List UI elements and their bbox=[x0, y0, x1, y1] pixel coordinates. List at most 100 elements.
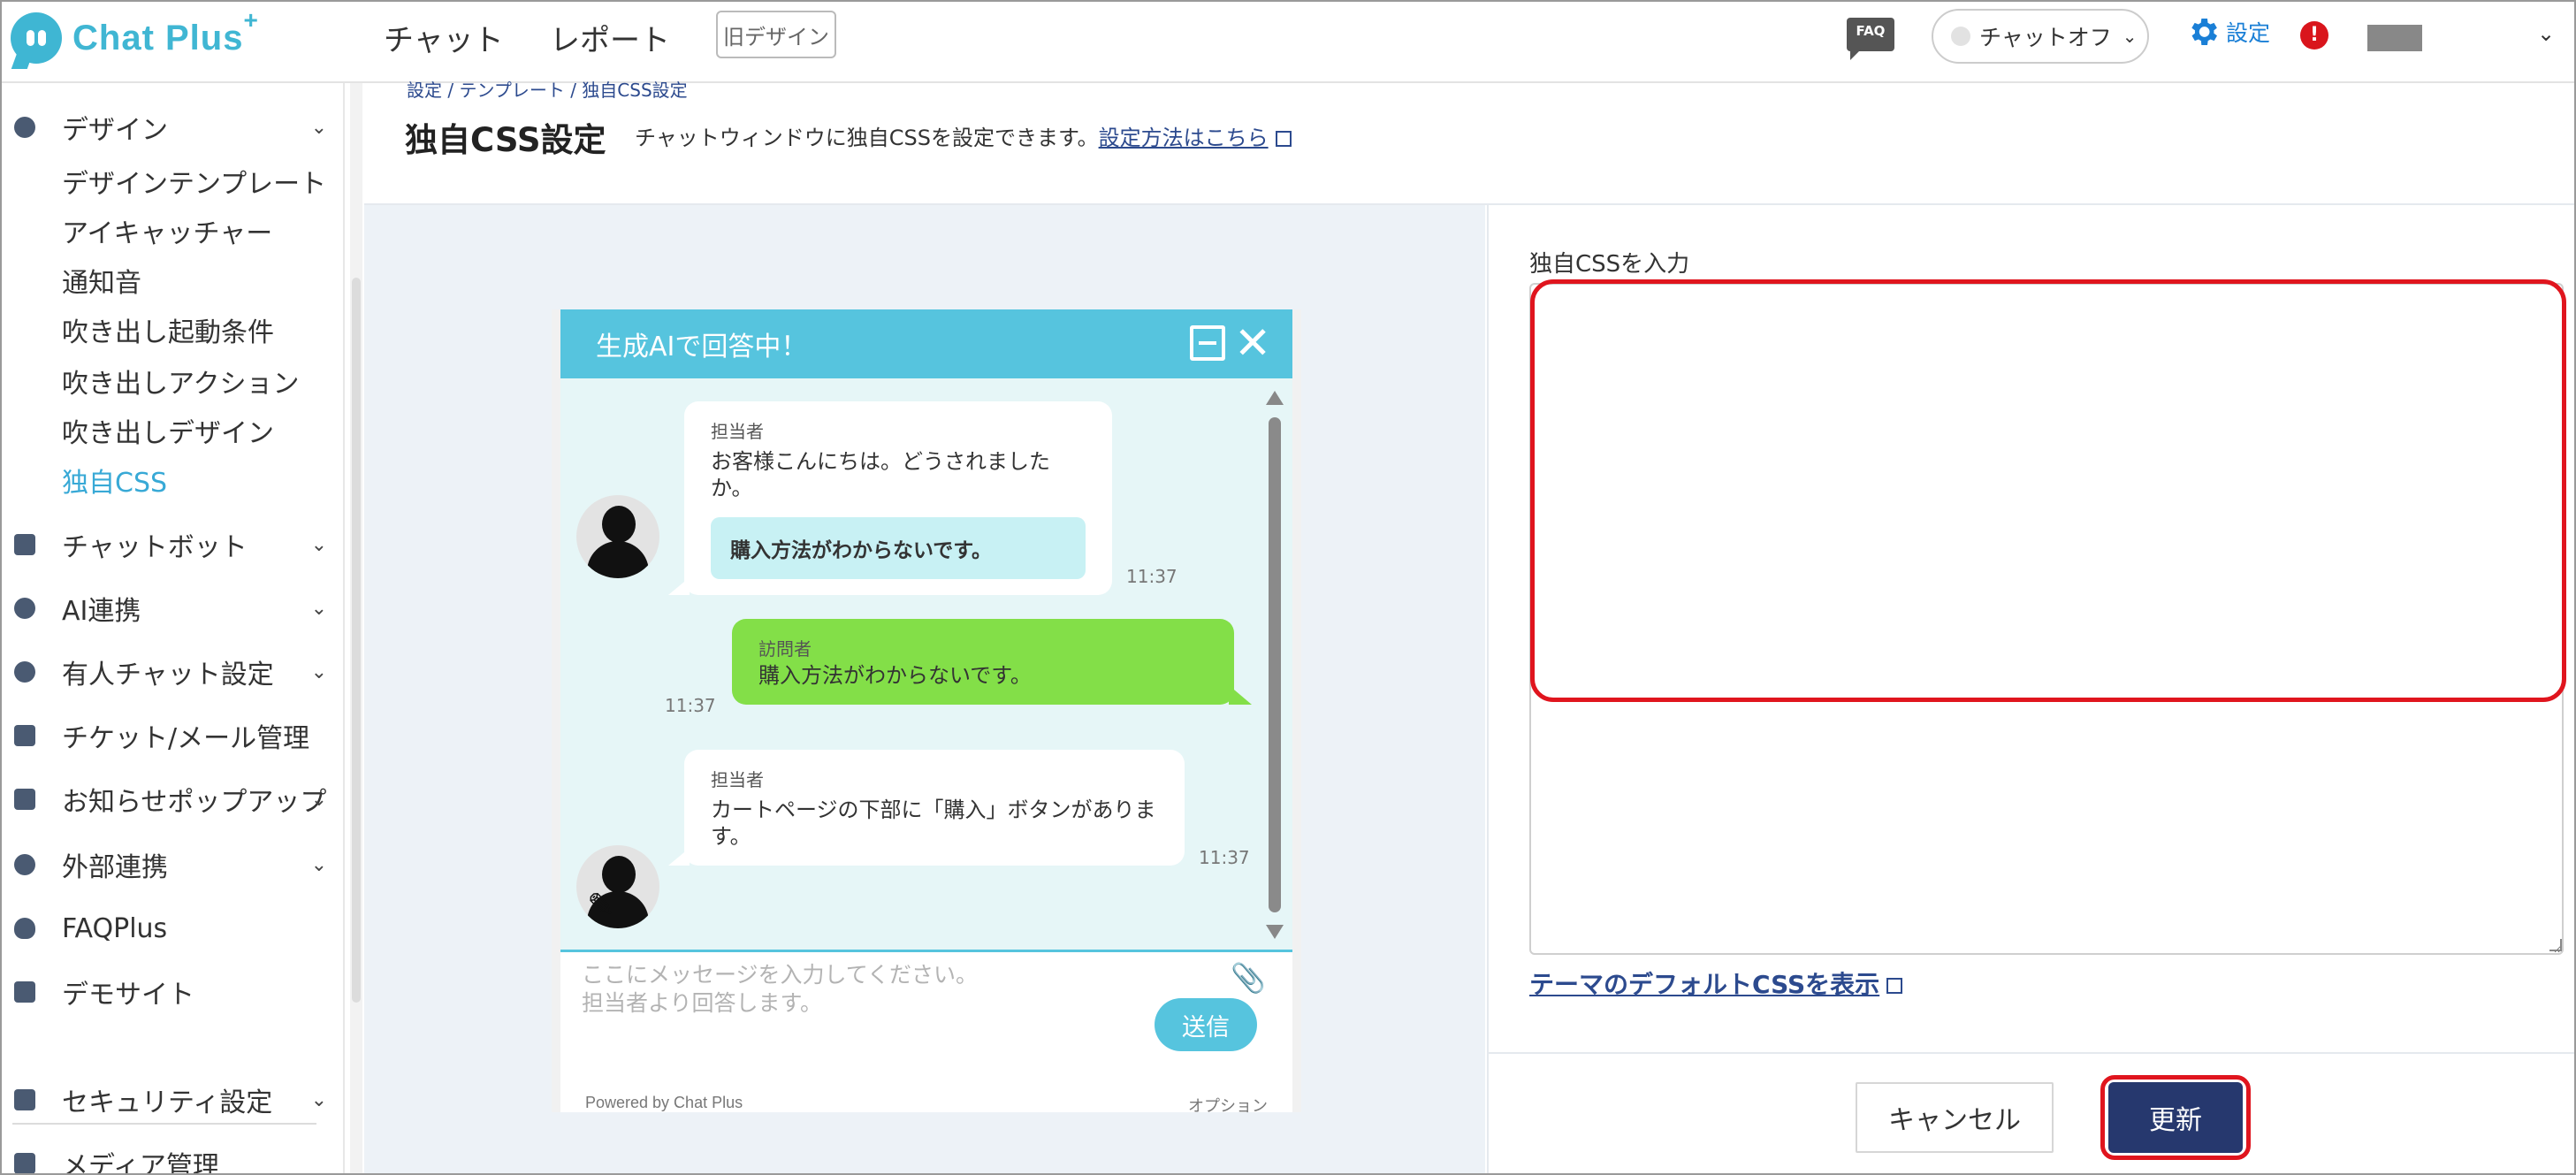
shield-icon bbox=[14, 918, 35, 939]
quick-reply-button[interactable]: 購入方法がわからないです。 bbox=[711, 517, 1086, 579]
share-icon bbox=[14, 854, 35, 875]
gear-icon bbox=[2191, 19, 2217, 45]
palette-icon bbox=[14, 117, 35, 138]
chevron-down-icon: ⌄ bbox=[310, 660, 327, 683]
status-dot-icon bbox=[1951, 27, 1970, 46]
operator-message: 担当者 お客様こんにちは。どうされましたか。 購入方法がわからないです。 bbox=[668, 401, 1112, 595]
chevron-down-icon: ⌄ bbox=[310, 1088, 327, 1111]
option-link[interactable]: オプション bbox=[1188, 1094, 1268, 1117]
widget-message-area: 担当者 お客様こんにちは。どうされましたか。 購入方法がわからないです。 11:… bbox=[560, 378, 1292, 950]
cancel-button[interactable]: キャンセル bbox=[1856, 1082, 2054, 1153]
nav-chat[interactable]: チャット bbox=[384, 16, 504, 59]
lightbulb-icon bbox=[14, 598, 35, 619]
sidebar-item-design[interactable]: デザイン ⌄ bbox=[2, 103, 329, 152]
logo[interactable]: Chat Plus+ bbox=[11, 6, 259, 67]
chat-status-label: チャットオフ bbox=[1979, 25, 2112, 50]
scrollbar-thumb[interactable] bbox=[352, 278, 361, 1003]
operator-message: 担当者 カートページの下部に「購入」ボタンがあります。 bbox=[668, 750, 1185, 866]
page-title: 独自CSS設定 bbox=[405, 121, 606, 159]
sidebar-item-security[interactable]: セキュリティ設定 ⌄ bbox=[2, 1075, 329, 1125]
sidebar-item-faqplus[interactable]: FAQPlus bbox=[2, 904, 329, 953]
list-icon bbox=[14, 725, 35, 746]
sidebar: デザイン ⌄ デザインテンプレート アイキャッチャー 通知音 吹き出し起動条件 … bbox=[2, 83, 345, 1175]
breadcrumb[interactable]: 設定 / テンプレート / 独自CSS設定 bbox=[407, 76, 688, 102]
send-button[interactable]: 送信 bbox=[1155, 998, 1257, 1051]
sidebar-subitem-balloon-action[interactable]: 吹き出しアクション bbox=[62, 359, 300, 403]
sidebar-subitem-balloon-trigger[interactable]: 吹き出し起動条件 bbox=[62, 308, 274, 352]
widget-input-area[interactable]: ここにメッセージを入力してください。 担当者より回答します。 📎 送信 Powe… bbox=[560, 950, 1292, 1116]
sidebar-item-integration[interactable]: 外部連携 ⌄ bbox=[2, 840, 329, 889]
sidebar-subitem-balloon-design[interactable]: 吹き出しデザイン bbox=[62, 408, 274, 453]
chevron-down-icon: ⌄ bbox=[310, 533, 327, 556]
sidebar-item-ticket[interactable]: チケット/メール管理 bbox=[2, 711, 329, 760]
sidebar-item-chatbot[interactable]: チャットボット ⌄ bbox=[2, 520, 329, 569]
alert-icon[interactable]: ! bbox=[2300, 21, 2328, 50]
old-design-button[interactable]: 旧デザイン bbox=[716, 11, 836, 58]
chevron-down-icon: ⌄ bbox=[310, 853, 327, 876]
chevron-down-icon: ⌄ bbox=[310, 597, 327, 620]
app-frame: Chat Plus+ チャット レポート 旧デザイン FAQ チャットオフ ⌄ … bbox=[0, 0, 2576, 1175]
sidebar-item-label: メディア管理 bbox=[62, 1151, 219, 1175]
message-sender: 担当者 bbox=[711, 421, 764, 442]
default-css-link[interactable]: テーマのデフォルトCSSを表示 bbox=[1529, 965, 1903, 1001]
css-input[interactable] bbox=[1529, 283, 2564, 955]
window-icon bbox=[14, 789, 35, 810]
chat-status-dropdown[interactable]: チャットオフ ⌄ bbox=[1932, 9, 2149, 64]
attachment-icon[interactable]: 📎 bbox=[1231, 961, 1266, 995]
message-text: お客様こんにちは。どうされましたか。 bbox=[711, 449, 1050, 500]
sidebar-item-label: デモサイト bbox=[62, 980, 194, 1011]
update-button[interactable]: 更新 bbox=[2108, 1082, 2243, 1153]
sidebar-subitem-design-template[interactable]: デザインテンプレート bbox=[62, 159, 326, 203]
top-bar: Chat Plus+ チャット レポート 旧デザイン FAQ チャットオフ ⌄ … bbox=[2, 2, 2574, 83]
settings-link[interactable]: 設定 bbox=[2185, 14, 2270, 50]
settings-label: 設定 bbox=[2226, 20, 2271, 46]
message-input-placeholder[interactable]: ここにメッセージを入力してください。 担当者より回答します。 bbox=[582, 961, 978, 1018]
sidebar-item-label: セキュリティ設定 bbox=[62, 1087, 273, 1118]
sidebar-item-label: デザイン bbox=[62, 115, 168, 146]
operator-avatar bbox=[576, 495, 659, 578]
widget-header: 生成AIで回答中！ ✕ bbox=[560, 309, 1292, 378]
resize-handle-icon[interactable] bbox=[2549, 939, 2562, 951]
sidebar-item-media[interactable]: メディア管理 bbox=[2, 1139, 329, 1175]
external-link-icon bbox=[1886, 978, 1903, 994]
message-sender: 訪問者 bbox=[758, 638, 812, 660]
footer-divider bbox=[1489, 1052, 2574, 1054]
message-text: 購入方法がわからないです。 bbox=[758, 663, 1032, 688]
sidebar-subitem-notification-sound[interactable]: 通知音 bbox=[62, 258, 141, 302]
message-time: 11:37 bbox=[1199, 847, 1250, 868]
sidebar-subitem-eyecatcher[interactable]: アイキャッチャー bbox=[62, 209, 272, 253]
external-link-icon bbox=[1275, 131, 1292, 147]
chat-icon bbox=[14, 534, 35, 555]
message-text: カートページの下部に「購入」ボタンがあります。 bbox=[711, 797, 1156, 849]
user-avatar[interactable] bbox=[2367, 25, 2422, 51]
faq-icon[interactable]: FAQ bbox=[1847, 18, 1894, 60]
message-time: 11:37 bbox=[665, 695, 716, 716]
sidebar-item-demo[interactable]: デモサイト bbox=[2, 967, 329, 1017]
widget-scrollbar[interactable] bbox=[1266, 391, 1284, 939]
sidebar-item-ai[interactable]: AI連携 ⌄ bbox=[2, 584, 329, 633]
chevron-down-icon: ⌄ bbox=[310, 788, 327, 811]
sidebar-item-popup[interactable]: お知らせポップアップ ⌄ bbox=[2, 774, 329, 824]
sidebar-item-label: AI連携 bbox=[62, 596, 141, 627]
sidebar-scrollbar[interactable] bbox=[350, 83, 362, 1173]
sidebar-subitem-custom-css[interactable]: 独自CSS bbox=[62, 458, 167, 502]
powered-by[interactable]: Powered by Chat Plus bbox=[585, 1094, 743, 1112]
how-to-link[interactable]: 設定方法はこちら bbox=[1099, 126, 1269, 150]
visitor-message: 訪問者 購入方法がわからないです。 bbox=[732, 619, 1252, 705]
nav-report[interactable]: レポート bbox=[550, 16, 670, 59]
chat-widget-preview: 生成AIで回答中！ ✕ 担当者 お客様こんにちは。どうされましたか。 購入方法が… bbox=[552, 309, 1301, 1116]
sidebar-item-label: お知らせポップアップ bbox=[62, 787, 327, 818]
sidebar-item-manned-chat[interactable]: 有人チャット設定 ⌄ bbox=[2, 647, 329, 697]
close-icon[interactable]: ✕ bbox=[1234, 318, 1271, 368]
minimize-icon[interactable] bbox=[1190, 325, 1225, 361]
description-text: チャットウィンドウに独自CSSを設定できます。 bbox=[635, 126, 1099, 150]
scrollbar-thumb[interactable] bbox=[1269, 417, 1281, 912]
chevron-down-icon: ⌄ bbox=[2122, 26, 2138, 47]
image-icon bbox=[14, 1153, 35, 1173]
message-time: 11:37 bbox=[1126, 566, 1177, 587]
scroll-up-icon[interactable] bbox=[1266, 391, 1284, 405]
scroll-down-icon[interactable] bbox=[1266, 925, 1284, 939]
user-menu-chevron-icon[interactable]: ⌄ bbox=[2537, 21, 2555, 46]
default-css-link-text[interactable]: テーマのデフォルトCSSを表示 bbox=[1529, 970, 1879, 999]
headset-icon bbox=[14, 661, 35, 683]
